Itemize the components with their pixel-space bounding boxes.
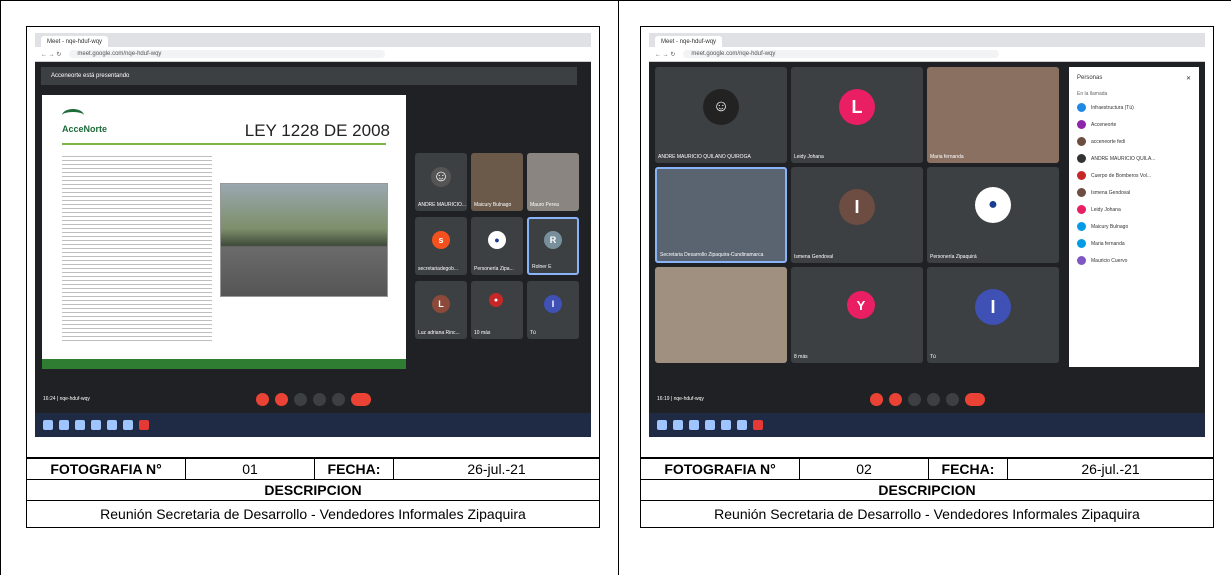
call-controls: 16:19 | nqe-hduf-wqy <box>649 387 1205 411</box>
windows-taskbar <box>649 413 1205 437</box>
present-button[interactable] <box>926 392 940 406</box>
photo-panel-1: Meet - nqe-hduf-wqy ← → ↻ meet.google.com… <box>26 26 600 528</box>
participant-tile[interactable]: Mauro Perea <box>527 153 579 211</box>
description-header: DESCRIPCION <box>26 479 600 501</box>
slide-logo: AcceNorte <box>62 109 107 134</box>
pdf-icon[interactable] <box>753 420 763 430</box>
people-list-item[interactable]: Maicury Bulnago <box>1069 218 1199 235</box>
participant-tile[interactable]: Y8 más <box>791 267 923 363</box>
people-list-item[interactable]: ANDRE MAURICIO QUILA... <box>1069 150 1199 167</box>
taskview-icon[interactable] <box>689 420 699 430</box>
date-value: 26-jul.-21 <box>1007 458 1214 480</box>
more-options-button[interactable] <box>945 392 959 406</box>
participant-tile[interactable]: L Leidy Johana <box>791 67 923 163</box>
participant-tile[interactable]: I Tú <box>927 267 1059 363</box>
participant-tile[interactable] <box>655 267 787 363</box>
camera-button[interactable] <box>888 392 902 406</box>
description-text: Reunión Secretaria de Desarrollo - Vende… <box>26 500 600 528</box>
people-panel: Personas ✕ En la llamada Infraestructura … <box>1069 67 1199 367</box>
participant-tile[interactable]: ● 10 más <box>471 281 523 339</box>
browser-window: Meet - nqe-hduf-wqy ← → ↻ meet.google.com… <box>649 33 1205 437</box>
search-icon[interactable] <box>673 420 683 430</box>
windows-start-icon[interactable] <box>43 420 53 430</box>
browser-tab[interactable]: Meet - nqe-hduf-wqy <box>655 36 723 47</box>
people-list-item[interactable]: Cuerpo de Bomberos Vol... <box>1069 167 1199 184</box>
date-value: 26-jul.-21 <box>393 458 600 480</box>
meeting-code: 16:24 | nqe-hduf-wqy <box>43 396 90 402</box>
end-call-button[interactable] <box>964 392 985 406</box>
screenshot-photo-1: Meet - nqe-hduf-wqy ← → ↻ meet.google.com… <box>26 26 600 458</box>
people-panel-title: Personas <box>1077 75 1103 81</box>
edge-icon[interactable] <box>705 420 715 430</box>
photo-number-label: FOTOGRAFIA N° <box>640 458 800 480</box>
people-list-item[interactable]: Mauricio Cuervo <box>1069 252 1199 269</box>
mic-button[interactable] <box>255 392 269 406</box>
description-text: Reunión Secretaria de Desarrollo - Vende… <box>640 500 1214 528</box>
people-list-item[interactable]: Ismena Gendoval <box>1069 184 1199 201</box>
camera-button[interactable] <box>274 392 288 406</box>
edge-icon[interactable] <box>91 420 101 430</box>
photo-panel-2: Meet - nqe-hduf-wqy ← → ↻ meet.google.com… <box>640 26 1214 528</box>
people-subheading: En la llamada <box>1077 91 1108 97</box>
browser-tab[interactable]: Meet - nqe-hduf-wqy <box>41 36 109 47</box>
participant-tile[interactable]: ● Personería Zipa... <box>471 217 523 275</box>
participant-tile[interactable]: I Tú <box>527 281 579 339</box>
participant-tile[interactable]: L Luz adriana Rinc... <box>415 281 467 339</box>
participant-tile[interactable]: Maria fernanda <box>927 67 1059 163</box>
photo-number-label: FOTOGRAFIA N° <box>26 458 186 480</box>
road-photo <box>220 183 388 297</box>
people-list-item[interactable]: acceneorte fedi <box>1069 133 1199 150</box>
participant-tile[interactable]: ☺ ANDRE MAURICIO QUILANO QUIROGA <box>655 67 787 163</box>
date-label: FECHA: <box>928 458 1008 480</box>
windows-taskbar <box>35 413 591 437</box>
photo-caption-table-2: FOTOGRAFIA N° 02 FECHA: 26-jul.-21 DESCR… <box>640 458 1214 528</box>
folder-icon[interactable] <box>721 420 731 430</box>
more-options-button[interactable] <box>331 392 345 406</box>
windows-start-icon[interactable] <box>657 420 667 430</box>
chrome-icon[interactable] <box>123 420 133 430</box>
taskview-icon[interactable] <box>75 420 85 430</box>
participant-tile[interactable]: ● Personería Zipaquirá <box>927 167 1059 263</box>
column-divider <box>618 0 619 575</box>
mic-button[interactable] <box>869 392 883 406</box>
participant-tile[interactable]: Secretaria Desarrollo Zipaquira-Cundinam… <box>655 167 787 263</box>
presenting-banner: Acceneorte está presentando <box>41 67 577 85</box>
participant-tile[interactable]: I Ismena Gendoval <box>791 167 923 263</box>
people-list-item[interactable]: Acceneorte <box>1069 116 1199 133</box>
participant-tile[interactable]: s secretariadegob... <box>415 217 467 275</box>
photo-number-value: 01 <box>185 458 315 480</box>
chrome-icon[interactable] <box>737 420 747 430</box>
folder-icon[interactable] <box>107 420 117 430</box>
photo-number-value: 02 <box>799 458 929 480</box>
address-bar[interactable]: meet.google.com/nqe-hduf-wqy <box>683 50 1000 58</box>
call-controls: 16:24 | nqe-hduf-wqy <box>35 387 591 411</box>
captions-button[interactable] <box>293 392 307 406</box>
address-bar[interactable]: meet.google.com/nqe-hduf-wqy <box>69 50 386 58</box>
participant-tile[interactable]: ☺ ANDRE MAURICIO... <box>415 153 467 211</box>
search-icon[interactable] <box>59 420 69 430</box>
participant-tile[interactable]: Maicury Bulnago <box>471 153 523 211</box>
pdf-icon[interactable] <box>139 420 149 430</box>
photo-caption-table-1: FOTOGRAFIA N° 01 FECHA: 26-jul.-21 DESCR… <box>26 458 600 528</box>
close-icon[interactable]: ✕ <box>1186 75 1191 82</box>
people-list-item[interactable]: Infraestructura (Tú) <box>1069 99 1199 116</box>
meeting-code: 16:19 | nqe-hduf-wqy <box>657 396 704 402</box>
slide-body-text <box>62 153 212 343</box>
description-header: DESCRIPCION <box>640 479 1214 501</box>
browser-window: Meet - nqe-hduf-wqy ← → ↻ meet.google.com… <box>35 33 591 437</box>
screenshot-photo-2: Meet - nqe-hduf-wqy ← → ↻ meet.google.com… <box>640 26 1214 458</box>
slide-title: LEY 1228 DE 2008 <box>244 121 390 140</box>
date-label: FECHA: <box>314 458 394 480</box>
captions-button[interactable] <box>907 392 921 406</box>
people-list-item[interactable]: Leidy Johana <box>1069 201 1199 218</box>
people-list-item[interactable]: Maria fernanda <box>1069 235 1199 252</box>
participant-tile[interactable]: R Rolner E <box>527 217 579 275</box>
end-call-button[interactable] <box>350 392 371 406</box>
present-button[interactable] <box>312 392 326 406</box>
presentation-slide: AcceNorte LEY 1228 DE 2008 <box>42 95 406 369</box>
